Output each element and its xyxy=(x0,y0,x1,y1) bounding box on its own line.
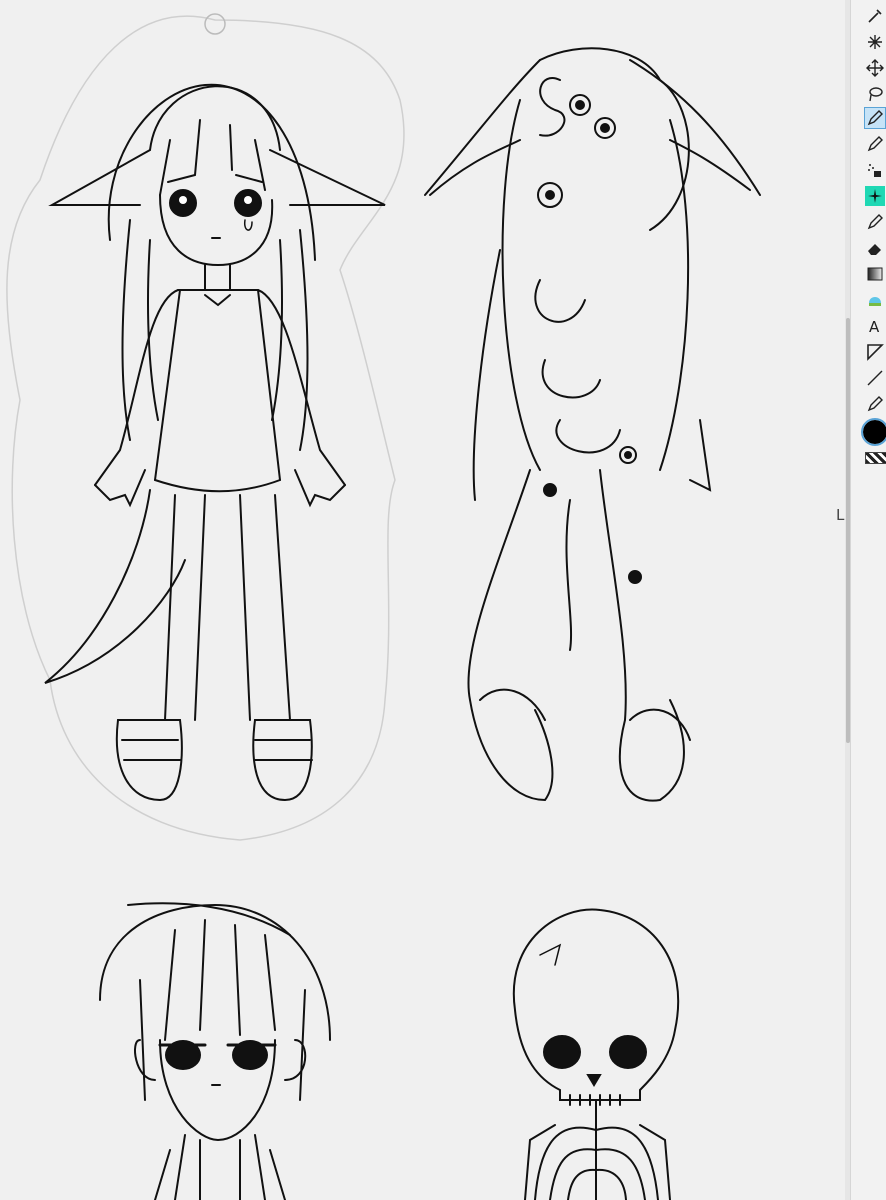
drawing-canvas[interactable] xyxy=(0,0,848,1200)
svg-text:A: A xyxy=(869,318,880,335)
tool-palette: A xyxy=(850,0,886,1200)
figure-creature xyxy=(424,47,761,802)
line-art xyxy=(6,13,761,1200)
transparent-color-swatch[interactable] xyxy=(865,452,886,464)
auto-select-tool-icon[interactable] xyxy=(865,32,885,52)
figure-skeleton xyxy=(512,908,680,1200)
brush-tool-icon[interactable] xyxy=(865,212,885,232)
fill-tool-icon[interactable] xyxy=(865,290,885,310)
move-tool-icon[interactable] xyxy=(865,58,885,78)
text-tool-icon[interactable]: A xyxy=(865,316,885,336)
cut-outline xyxy=(6,15,405,841)
figure-girl xyxy=(44,83,386,802)
gradient-tool-icon[interactable] xyxy=(865,264,885,284)
eraser-tool-icon[interactable] xyxy=(865,238,885,258)
ruler-tool-icon[interactable] xyxy=(865,342,885,362)
correct-line-tool-icon[interactable] xyxy=(865,394,885,414)
pen-tool-icon[interactable] xyxy=(864,107,886,129)
main-color-swatch[interactable] xyxy=(861,418,886,446)
airbrush-tool-icon[interactable] xyxy=(865,160,885,180)
pencil-tool-icon[interactable] xyxy=(865,134,885,154)
eyedropper-tool-icon[interactable] xyxy=(865,6,885,26)
canvas-edge-marker: L xyxy=(836,506,845,524)
decoration-tool-icon[interactable] xyxy=(865,186,885,206)
figure-boy xyxy=(99,902,331,1200)
line-tool-icon[interactable] xyxy=(865,368,885,388)
lasso-tool-icon[interactable] xyxy=(865,84,885,104)
